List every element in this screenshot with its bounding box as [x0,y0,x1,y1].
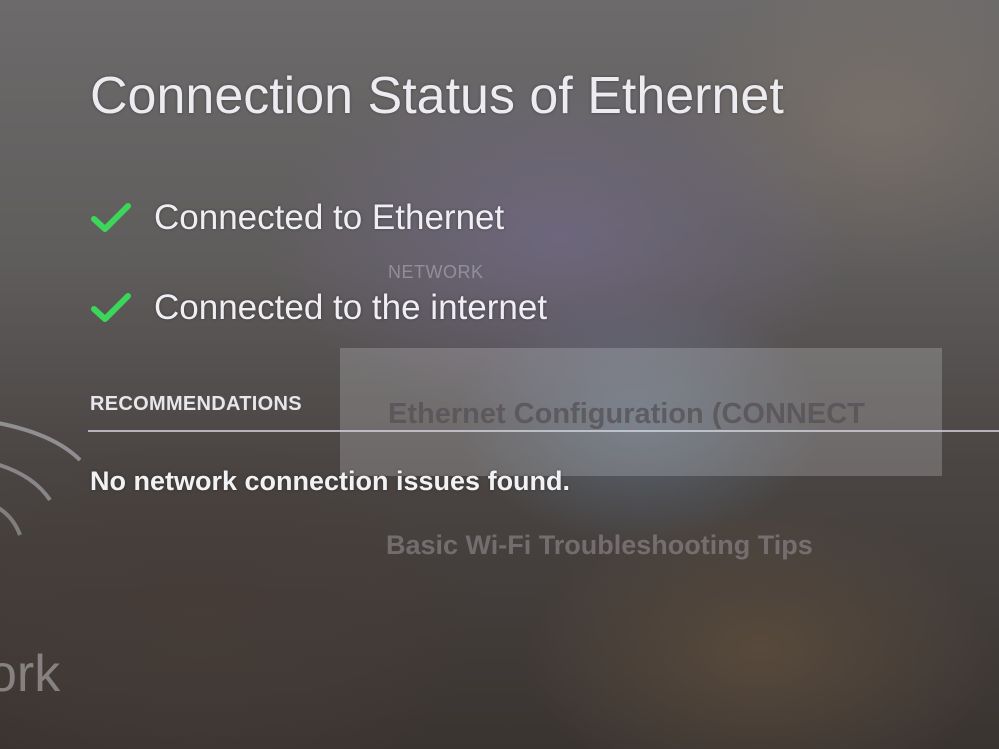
status-row-internet: Connected to the internet [90,286,547,330]
check-icon [91,203,131,232]
status-label-ethernet: Connected to Ethernet [154,198,505,237]
recommendations-header: RECOMMENDATIONS [90,393,302,415]
recommendation-message: No network connection issues found. [90,466,571,496]
check-icon [91,293,131,322]
section-divider [88,430,999,432]
connection-status-overlay: Connection Status of Ethernet Connected … [0,0,999,749]
status-row-ethernet: Connected to Ethernet [90,196,504,240]
page-title: Connection Status of Ethernet [90,67,784,125]
status-label-internet: Connected to the internet [154,288,548,327]
